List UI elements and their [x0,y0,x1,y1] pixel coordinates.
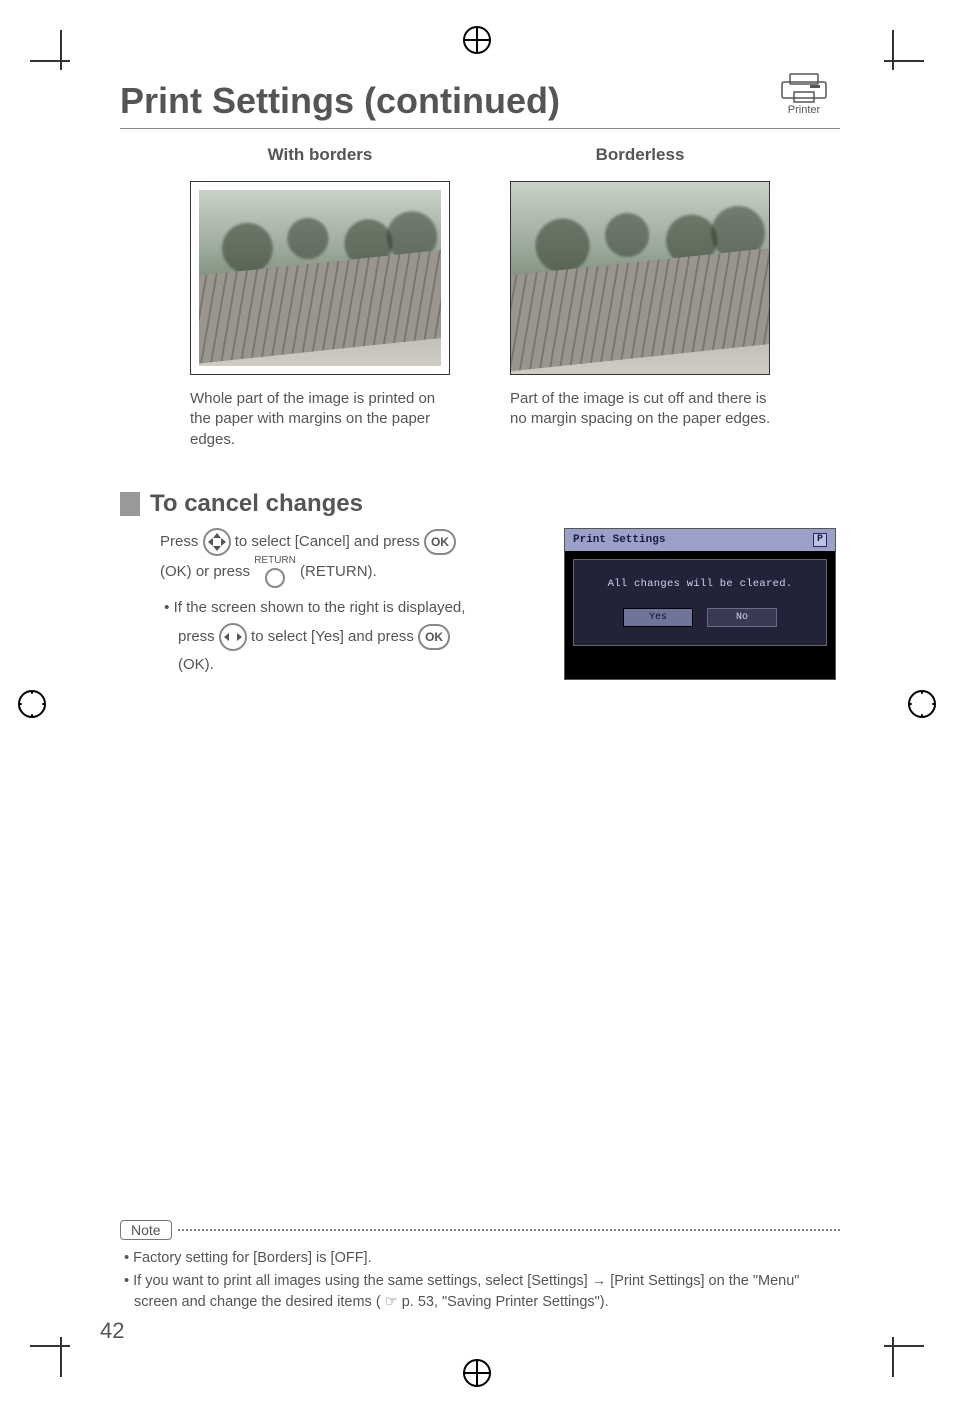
text-return: (RETURN). [300,563,377,580]
note-item-1: Factory setting for [Borders] is [OFF]. [124,1248,840,1269]
page-number: 42 [100,1318,124,1344]
title-divider [120,128,840,129]
text-ok2: (OK). [178,656,214,673]
return-button-icon: RETURN [254,556,296,588]
text-select-cancel: to select [Cancel] and press [235,533,424,550]
dialog-yes-button: Yes [623,608,693,627]
return-label: RETURN [254,555,296,566]
with-borders-column: With borders Whole part of the image is … [180,145,460,450]
text-press2: press [178,628,219,645]
cancel-instructions: Press to select [Cancel] and press OK (O… [160,528,540,680]
confirm-dialog-screenshot: Print Settings P All changes will be cle… [564,528,836,680]
note-label: Note [120,1220,172,1240]
borderless-caption: Part of the image is cut off and there i… [510,389,780,430]
section-marker [120,492,140,516]
dialog-no-button: No [707,608,777,627]
text-ok-or-press: (OK) or press [160,563,254,580]
registration-mark-bottom [463,1359,491,1387]
dialog-message: All changes will be cleared. [582,578,818,590]
ok-button-icon: OK [424,529,456,555]
borderless-sample [510,181,770,375]
dpad-all-icon [203,528,231,556]
registration-mark-left [18,690,46,718]
note-item-2: If you want to print all images using th… [124,1271,840,1313]
page-title: Print Settings (continued) [120,80,840,122]
dialog-title: Print Settings [573,534,665,546]
registration-mark-top [463,26,491,54]
text-if-screen: If the screen shown to the right is disp… [174,599,466,616]
dpad-lr-icon [219,623,247,651]
with-borders-heading: With borders [180,145,460,165]
text-press: Press [160,533,203,550]
registration-mark-right [908,690,936,718]
with-borders-caption: Whole part of the image is printed on th… [190,389,460,450]
borderless-heading: Borderless [500,145,780,165]
cancel-section-title: To cancel changes [150,490,363,518]
text-select-yes: to select [Yes] and press [251,628,418,645]
borderless-column: Borderless Part of the image is cut off … [500,145,780,450]
with-borders-sample [190,181,450,375]
note-divider [178,1229,840,1231]
note-list: Factory setting for [Borders] is [OFF]. … [120,1248,840,1313]
ok-button-icon-2: OK [418,624,450,650]
dialog-p-icon: P [813,533,827,547]
